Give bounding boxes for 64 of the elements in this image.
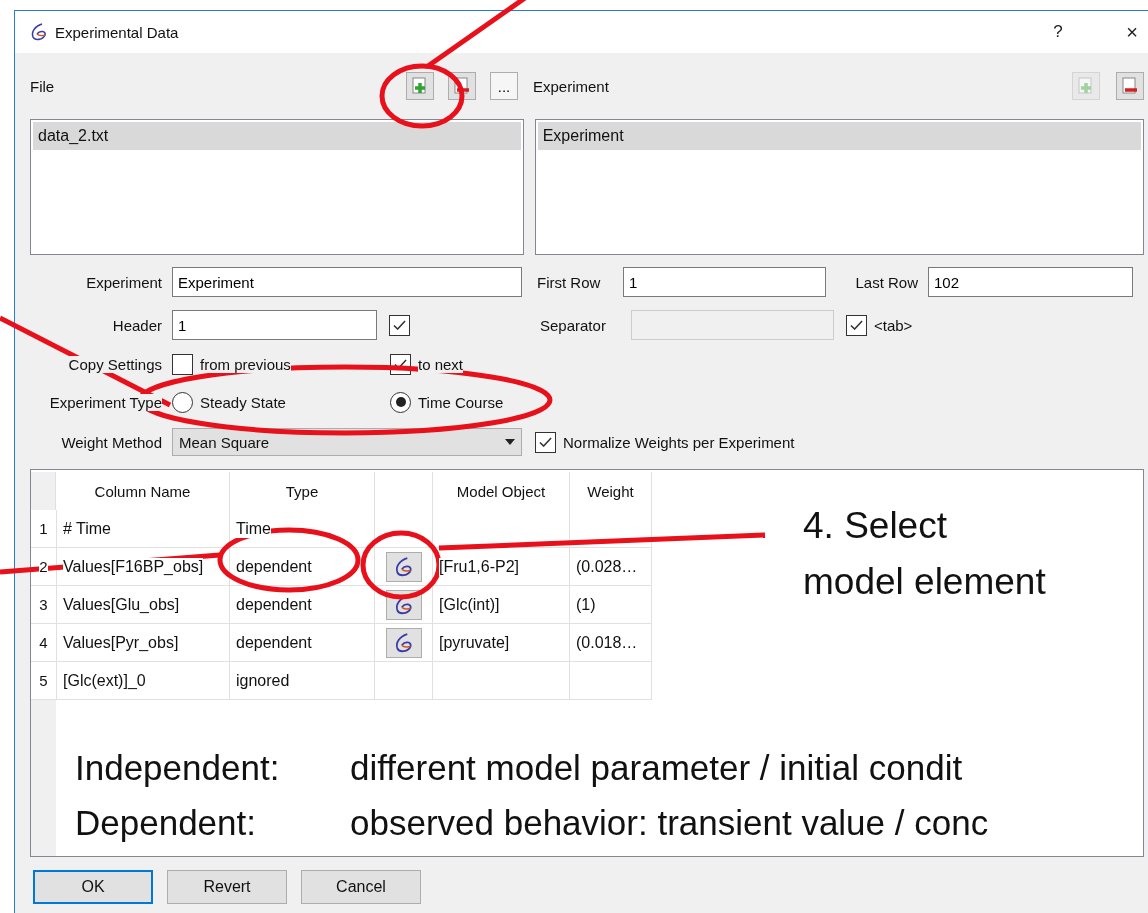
column-header[interactable]: Column Name [56,472,230,510]
browse-button[interactable]: ... [490,72,518,100]
caret-icon [505,439,515,445]
table-cell: Values[Pyr_obs] [63,633,179,652]
swirl-icon [29,22,49,42]
dialog-button[interactable]: Revert [167,870,287,904]
check-icon [539,437,552,447]
file-label: File [30,77,56,95]
tab-checkbox[interactable] [846,314,867,336]
column-header[interactable]: Type [230,472,375,510]
table-cell: [Glc(int)] [439,595,500,614]
from-previous-checkbox[interactable] [172,353,193,375]
remove-experiment-button[interactable] [1116,72,1144,100]
radio-button[interactable] [172,391,193,413]
dialog-button[interactable]: Cancel [301,870,421,904]
experiment-type-label: Experiment Type [49,393,162,411]
table-cell: Time [236,519,271,538]
model-picker-button[interactable] [385,551,422,582]
dialog-button[interactable]: OK [33,870,153,904]
table-cell: dependent [236,633,312,652]
add-file-button[interactable] [406,72,434,100]
minus-icon [1121,77,1139,95]
note-text: observed behavior: transient value / conc [350,802,989,844]
table-cell: (0.028… [576,557,638,576]
copy-settings-label: Copy Settings [68,355,162,373]
radio-button[interactable] [390,391,411,413]
normalize-checkbox[interactable] [535,431,556,453]
column-header[interactable]: Model Object [433,472,570,510]
experiment-name-field[interactable]: Experiment [172,267,522,297]
header-checkbox[interactable] [389,314,410,336]
file-list-item[interactable]: data_2.txt [33,122,521,150]
plus-icon [411,77,429,95]
table-cell: [pyruvate] [439,633,510,652]
note-text: different model parameter / initial condit [350,747,964,789]
first-row-field[interactable]: 1 [623,267,826,297]
window-title: Experimental Data [55,23,180,41]
callout-text: model element [803,560,1046,604]
table-cell: (0.018… [576,633,638,652]
last-row-field[interactable]: 102 [928,267,1133,297]
table-cell: (1) [576,595,596,614]
help-button[interactable]: ? [1040,16,1076,48]
table-cell: Values[Glu_obs] [63,595,180,614]
last-row-label: Last Row [854,273,919,291]
check-icon [394,359,407,369]
header-field[interactable]: 1 [172,310,377,340]
check-icon [393,320,406,330]
note-term: Independent: [75,747,281,789]
first-row-label: First Row [537,273,602,291]
experiment-label: Experiment [533,77,610,95]
close-button[interactable]: × [1114,16,1148,48]
separator-label: Separator [540,316,607,334]
table-cell: dependent [236,595,312,614]
table-cell: Values[F16BP_obs] [63,557,204,576]
callout-text: 4. Select [803,504,948,548]
note-term: Dependent: [75,802,257,844]
plus-icon [1077,77,1095,95]
table-cell: dependent [236,557,312,576]
model-picker-button[interactable] [385,627,422,658]
table-cell: [Glc(ext)]_0 [63,671,146,690]
table-cell: [Fru1,6-P2] [439,557,520,576]
check-icon [850,320,863,330]
column-header[interactable]: Weight [570,472,652,510]
experiment-list-item[interactable]: Experiment [537,122,1141,150]
table-cell: ignored [236,671,290,690]
